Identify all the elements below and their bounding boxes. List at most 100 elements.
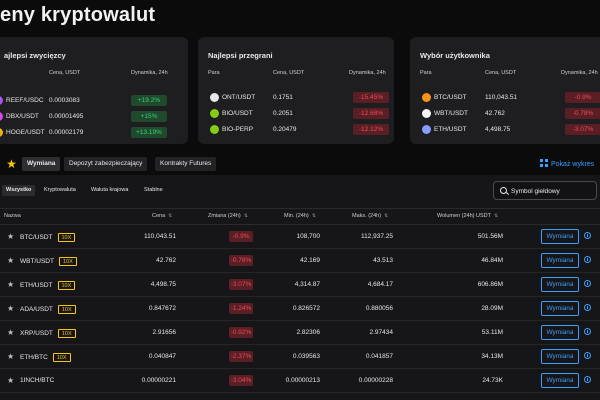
leverage-badge: 10X — [57, 233, 76, 242]
change-badge: -0.92% — [229, 327, 253, 338]
favorite-star-icon[interactable]: ★ — [7, 232, 14, 241]
low-cell: 4,314.87 — [294, 281, 320, 288]
price-cell: 0.00000221 — [141, 377, 176, 384]
header-cena[interactable]: Cena ⇅ — [152, 213, 172, 219]
table-row[interactable]: ★ BTC/USDT 10X 110,043.51 -0.9% 108,700 112,93… — [0, 226, 600, 249]
alarm-clock-icon[interactable] — [584, 232, 591, 239]
table-header: Nazwa Cena ⇅ Zmiana (24h) ⇅ Min. (24h) ⇅ Ma… — [0, 208, 600, 225]
table-row[interactable]: ★ ETH/USDT 10X 4,498.75 -3.07% 4,314.87 4,684.… — [0, 274, 600, 297]
card-change-badge: -0.9% — [565, 92, 600, 103]
alarm-clock-icon[interactable] — [584, 328, 591, 335]
table-row[interactable]: ★ ADA/USDT 10X 0.847672 -1.24% 0.826572 0.8800… — [0, 298, 600, 321]
market-panel: Wszystko Kryptowaluta Waluta krajowa Sta… — [0, 175, 600, 400]
card-change-badge: -15.45% — [353, 92, 389, 103]
card-col-change: Dynamika, 24h — [131, 70, 168, 76]
wbt-coin-icon — [422, 109, 431, 118]
price-cell: 4,498.75 — [150, 281, 176, 288]
header-zmiana[interactable]: Zmiana (24h) ⇅ — [208, 213, 248, 219]
favorite-star-icon[interactable]: ★ — [7, 328, 14, 337]
trade-button[interactable]: Wymiana — [541, 229, 579, 244]
card-col-price: Cena, USDT — [485, 70, 517, 76]
header-wolumen[interactable]: Wolumen (24h) USDT ⇅ — [437, 213, 498, 219]
table-row[interactable]: ★ WBT/USDT 10X 42.762 -0.78% 42.169 43.513 46.8… — [0, 250, 600, 273]
change-badge: -1.24% — [229, 303, 253, 314]
change-badge: -2.37% — [229, 351, 253, 362]
alarm-clock-icon[interactable] — [584, 256, 591, 263]
header-nazwa[interactable]: Nazwa — [4, 213, 21, 219]
card-row[interactable]: BTC/USDT 110,043.51 -0.9% — [410, 92, 600, 105]
alarm-clock-icon[interactable] — [584, 376, 591, 383]
card-col-price: Cena, USDT — [273, 70, 305, 76]
table-row[interactable]: ★ 1INCH/BTC 0.00000221 -3.04% 0.00000213 0.00… — [0, 370, 600, 393]
card-row[interactable]: WBT/USDT 42.762 -0.78% — [410, 108, 600, 121]
high-cell: 0.880056 — [365, 305, 393, 312]
tab-wymiana[interactable]: Wymiana — [22, 157, 61, 171]
pair-label: ADA/USDT — [20, 306, 53, 313]
favorite-star-icon[interactable]: ★ — [7, 304, 14, 313]
card-price: 110,043.51 — [485, 94, 518, 101]
filter-kryptowaluta[interactable]: Kryptowaluta — [40, 185, 80, 196]
market-toolbar: ★ Wymiana Depozyt zabezpieczający Kontra… — [0, 156, 600, 174]
trade-button[interactable]: Wymiana — [541, 349, 579, 364]
tab-kontrakty-futures[interactable]: Kontrakty Futures — [155, 157, 217, 171]
show-chart-link[interactable]: Pokaż wykres — [540, 159, 594, 168]
table-row[interactable]: ★ XRP/USDT 10X 2.91656 -0.92% 2.82306 2.97434 5… — [0, 322, 600, 345]
filter-stablne[interactable]: Stablne — [140, 185, 167, 196]
alarm-clock-icon[interactable] — [584, 352, 591, 359]
card-row[interactable]: ETH/USDT 4,498.75 -3.07% — [410, 124, 600, 137]
card-pair-name: ONT/USDT — [222, 94, 256, 101]
show-chart-label: Pokaż wykres — [551, 161, 595, 168]
high-cell: 2.97434 — [369, 329, 394, 336]
favorites-star-icon[interactable]: ★ — [4, 157, 19, 172]
card-change-badge: -12.68% — [353, 108, 389, 119]
trade-button[interactable]: Wymiana — [541, 277, 579, 292]
card-row[interactable]: ONT/USDT 0.1751 -15.45% — [198, 92, 394, 105]
high-cell: 0.041857 — [365, 353, 393, 360]
price-cell: 42.762 — [156, 257, 176, 264]
favorite-star-icon[interactable]: ★ — [7, 280, 14, 289]
card-pair-name: BIO/USDT — [222, 110, 253, 117]
favorite-star-icon[interactable]: ★ — [7, 376, 14, 385]
tab-depozyt[interactable]: Depozyt zabezpieczający — [64, 157, 148, 171]
card-price: 0.0003083 — [49, 97, 80, 104]
trade-button[interactable]: Wymiana — [541, 373, 579, 388]
symbol-search[interactable] — [493, 181, 597, 200]
alarm-clock-icon[interactable] — [584, 304, 591, 311]
card-row[interactable]: DBX/USDT 0.00001495 +15% — [0, 111, 188, 124]
trade-button[interactable]: Wymiana — [541, 301, 579, 316]
btc-coin-icon — [422, 93, 431, 102]
card-pair-name: DBX/USDT — [6, 113, 39, 120]
card-price: 0.1751 — [273, 94, 293, 101]
card-pair-name: BTC/USDT — [434, 94, 467, 101]
filter-waluta-krajowa[interactable]: Waluta krajowa — [87, 185, 132, 196]
card-title: Najlepsi przegrani — [208, 51, 273, 60]
card-col-pair: Para — [420, 70, 432, 76]
card-col-change: Dynamika, 24h — [349, 70, 386, 76]
card-row[interactable]: HOGE/USDT 0.00002179 +13.19% — [0, 127, 188, 140]
change-badge: -0.78% — [229, 255, 253, 266]
card-row[interactable]: BIO-PERP 0.20479 -12.12% — [198, 124, 394, 137]
summary-card: Wybór użytkownika Para Cena, USDT Dynamika,… — [410, 37, 600, 144]
low-cell: 0.039563 — [292, 353, 320, 360]
alarm-clock-icon[interactable] — [584, 280, 591, 287]
volume-cell: 501.56M — [477, 233, 503, 240]
table-row[interactable]: ★ ETH/BTC 10X 0.040847 -2.37% 0.039563 0.04185… — [0, 346, 600, 369]
card-change-badge: -0.78% — [565, 108, 600, 119]
pair-label: ETH/BTC — [20, 354, 48, 361]
card-row[interactable]: BIO/USDT 0.2051 -12.68% — [198, 108, 394, 121]
low-cell: 2.82306 — [296, 329, 321, 336]
card-row[interactable]: REEF/USDC 0.0003083 +19.2% — [0, 95, 188, 108]
trade-button[interactable]: Wymiana — [541, 325, 579, 340]
search-input[interactable] — [511, 185, 595, 197]
filter-wszystko[interactable]: Wszystko — [2, 185, 36, 196]
leverage-badge: 10X — [58, 257, 77, 266]
pair-label: ETH/USDT — [20, 282, 53, 289]
card-col-change: Dynamika, 24h — [561, 70, 598, 76]
price-cell: 0.040847 — [148, 353, 176, 360]
favorite-star-icon[interactable]: ★ — [7, 256, 14, 265]
trade-button[interactable]: Wymiana — [541, 253, 579, 268]
favorite-star-icon[interactable]: ★ — [7, 352, 14, 361]
volume-cell: 46.84M — [481, 257, 503, 264]
header-maks[interactable]: Maks. (24h) ⇅ — [352, 213, 388, 219]
header-min[interactable]: Min. (24h) ⇅ — [284, 213, 316, 219]
